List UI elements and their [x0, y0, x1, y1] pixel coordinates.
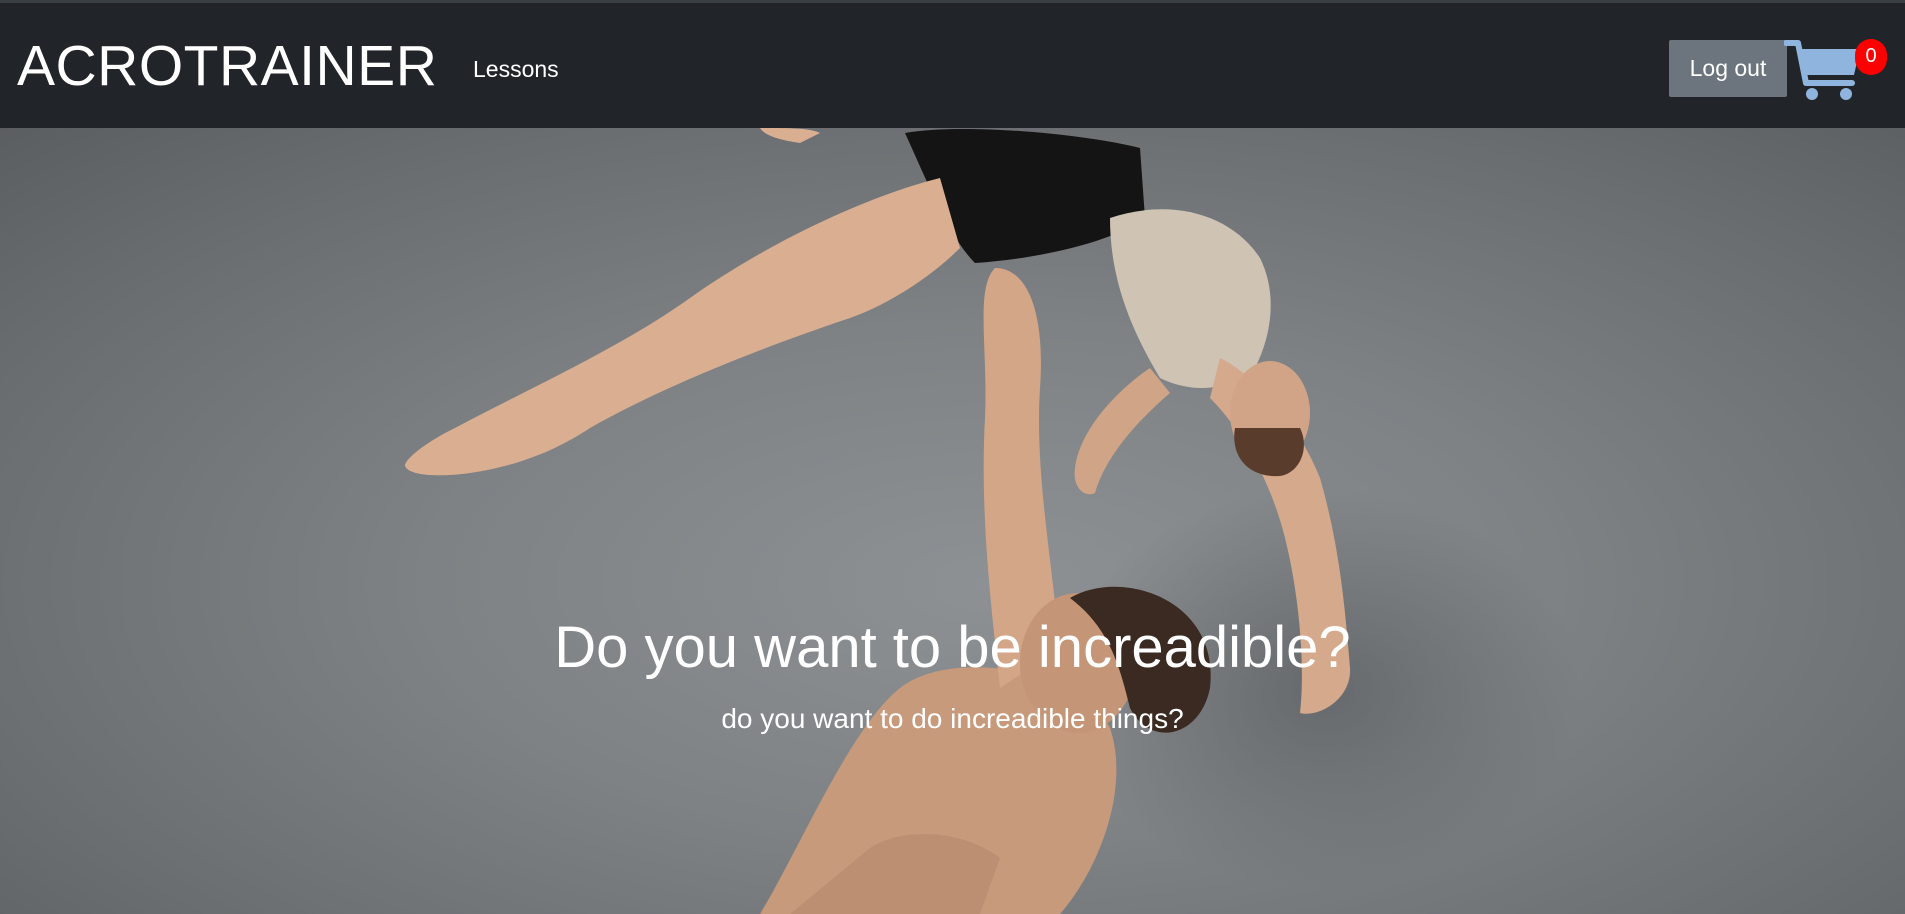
- acrobatic-duo-photo: [405, 128, 1580, 914]
- logout-button[interactable]: Log out: [1669, 40, 1787, 97]
- hero-banner: Do you want to be increadible? do you wa…: [0, 128, 1905, 914]
- shopping-cart-icon: [1784, 40, 1860, 100]
- hero-title: Do you want to be increadible?: [554, 615, 1351, 680]
- nav-link-lessons[interactable]: Lessons: [473, 55, 559, 83]
- brand-logo-link[interactable]: ACROTRAINER: [17, 33, 437, 99]
- hero-subtitle: do you want to do increadible things?: [721, 703, 1184, 734]
- cart-button[interactable]: 0: [1784, 39, 1887, 103]
- cart-count-badge: 0: [1855, 39, 1887, 75]
- top-navbar: ACROTRAINER Lessons Log out 0: [0, 0, 1905, 128]
